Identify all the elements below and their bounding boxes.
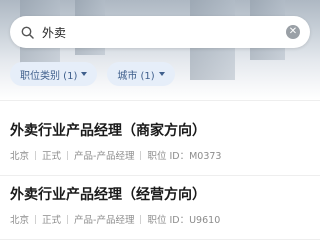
filter-job-category[interactable]: 职位类别 (1) [10, 62, 98, 86]
job-id: 职位 ID：M0373 [147, 151, 222, 162]
job-city: 北京 [10, 151, 30, 162]
filter-bar: 职位类别 (1) 城市 (1) [10, 62, 175, 86]
chevron-down-icon [81, 72, 88, 76]
divider [140, 214, 142, 224]
chevron-down-icon [158, 72, 165, 76]
divider [35, 214, 37, 224]
divider [67, 150, 69, 160]
job-search-page: ✕ 职位类别 (1) 城市 (1) 外卖行业产品经理（商家方向） 北京 正式 产… [0, 0, 320, 240]
job-title: 外卖行业产品经理（商家方向） [10, 123, 206, 139]
filter-label: 职位类别 (1) [20, 70, 78, 82]
job-list: 外卖行业产品经理（商家方向） 北京 正式 产品-产品经理 职位 ID：M0373… [0, 112, 320, 240]
job-category: 产品-产品经理 [74, 151, 135, 162]
filter-label: 城市 (1) [117, 70, 155, 82]
job-category: 产品-产品经理 [74, 215, 135, 226]
list-item[interactable]: 外卖行业产品经理（商家方向） 北京 正式 产品-产品经理 职位 ID：M0373 [0, 112, 320, 176]
divider [35, 150, 37, 160]
job-meta: 北京 正式 产品-产品经理 职位 ID：U9610 [10, 212, 310, 226]
job-type: 正式 [42, 215, 62, 226]
job-id: 职位 ID：U9610 [147, 215, 221, 226]
clear-icon[interactable]: ✕ [286, 25, 300, 39]
divider [140, 150, 142, 160]
search-input[interactable] [42, 22, 286, 42]
list-item[interactable]: 外卖行业产品经理（经营方向） 北京 正式 产品-产品经理 职位 ID：U9610 [0, 176, 320, 240]
divider [67, 214, 69, 224]
search-icon [20, 25, 34, 39]
search-bar[interactable]: ✕ [10, 16, 310, 48]
job-meta: 北京 正式 产品-产品经理 职位 ID：M0373 [10, 148, 310, 162]
job-city: 北京 [10, 215, 30, 226]
divider [0, 100, 320, 101]
filter-city[interactable]: 城市 (1) [107, 62, 175, 86]
job-type: 正式 [42, 151, 62, 162]
job-title: 外卖行业产品经理（经营方向） [10, 187, 206, 203]
